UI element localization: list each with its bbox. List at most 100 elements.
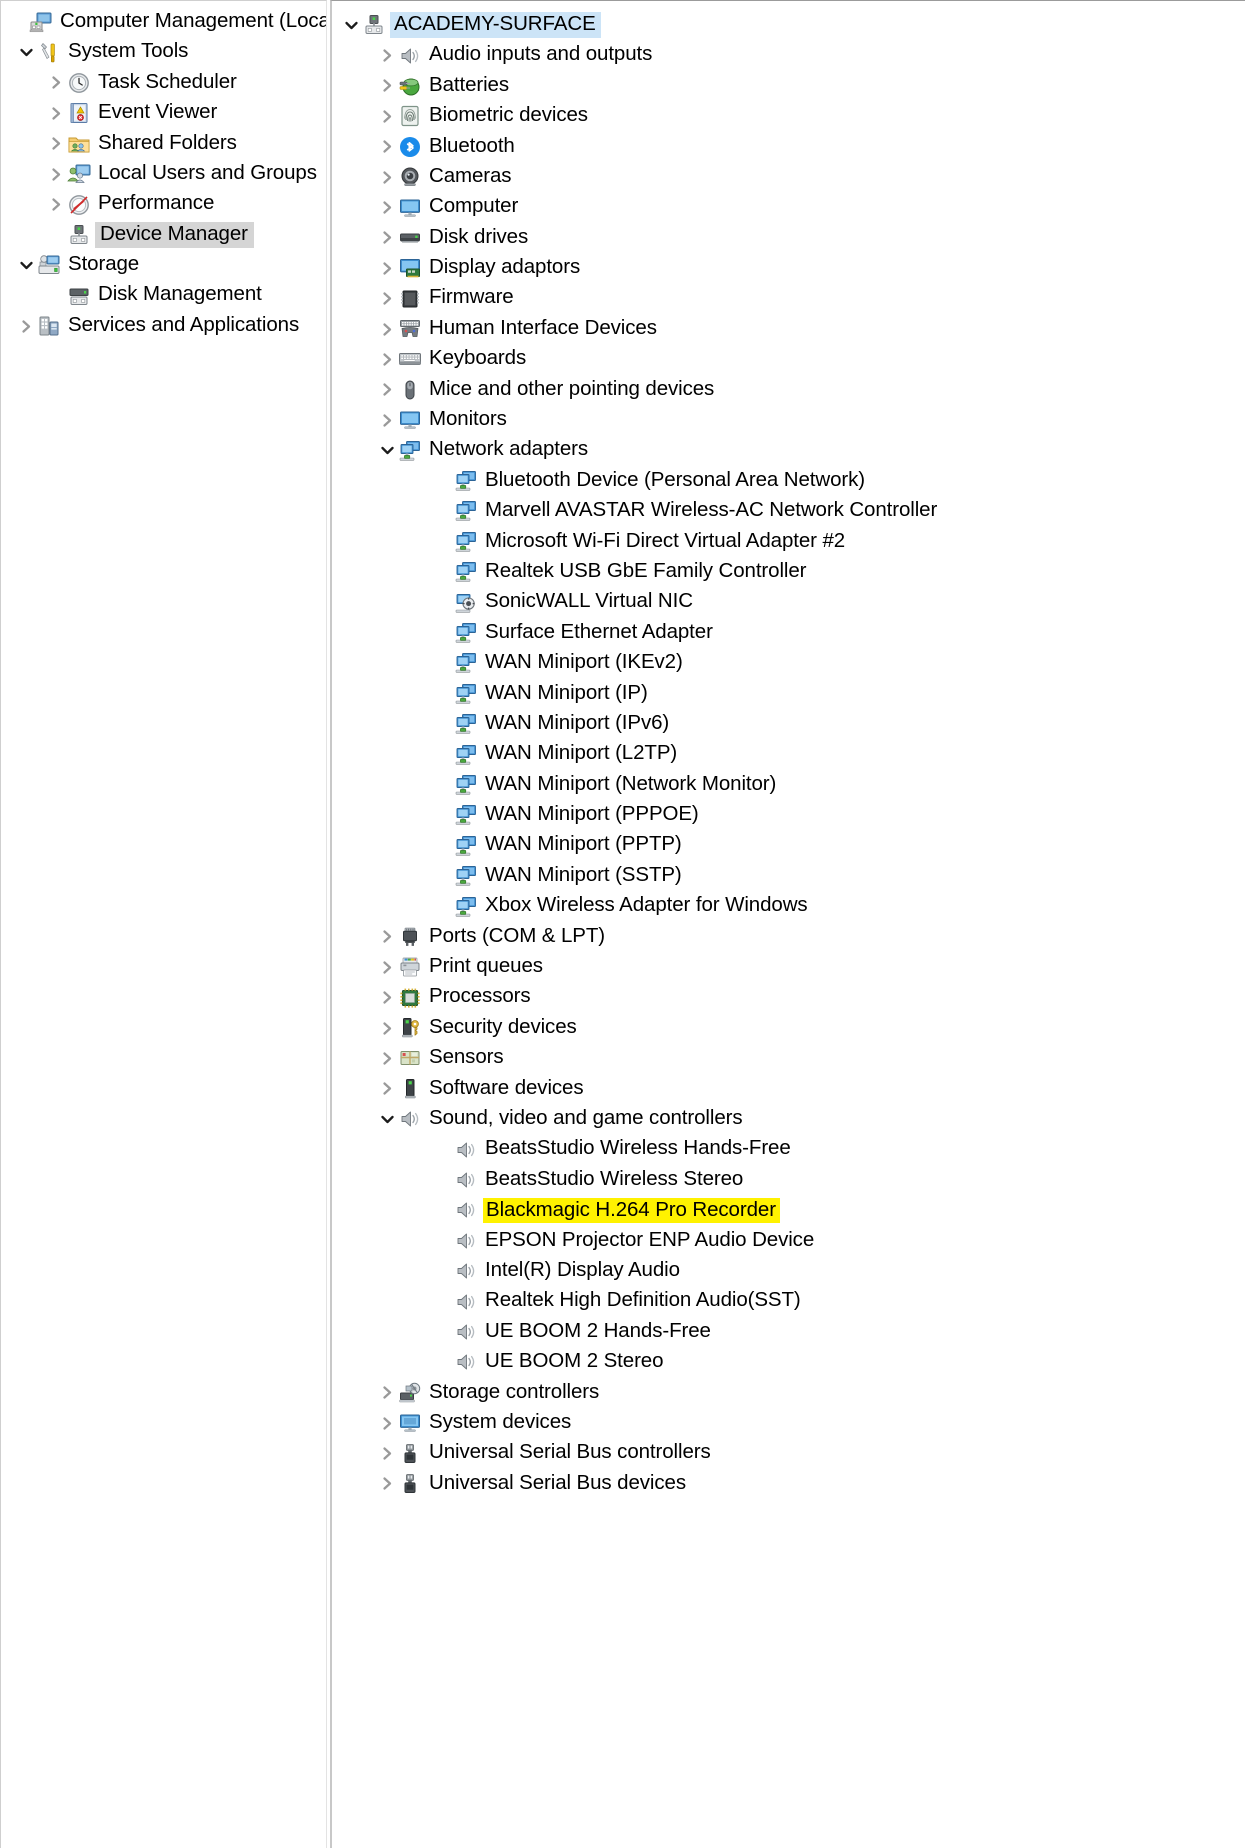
chevron-right-icon[interactable]: [376, 922, 398, 952]
device-category-row[interactable]: Biometric devices: [332, 101, 1245, 131]
chevron-right-icon[interactable]: [376, 284, 398, 314]
chevron-down-icon[interactable]: [340, 10, 362, 40]
device-tree-root[interactable]: ACADEMY-SURFACE: [332, 10, 1245, 40]
chevron-right-icon[interactable]: [45, 190, 67, 220]
device-category-row[interactable]: Audio inputs and outputs: [332, 40, 1245, 70]
device-item-row[interactable]: Surface Ethernet Adapter: [332, 618, 1245, 648]
device-item-row[interactable]: WAN Miniport (IKEv2): [332, 648, 1245, 678]
device-category-row[interactable]: Firmware: [332, 284, 1245, 314]
device-item-row[interactable]: Microsoft Wi-Fi Direct Virtual Adapter #…: [332, 527, 1245, 557]
chevron-right-icon[interactable]: [376, 41, 398, 71]
device-category-row[interactable]: Sound, video and game controllers: [332, 1104, 1245, 1134]
chevron-down-icon[interactable]: [376, 436, 398, 466]
device-item-row[interactable]: Marvell AVASTAR Wireless-AC Network Cont…: [332, 496, 1245, 526]
device-item-row[interactable]: WAN Miniport (L2TP): [332, 739, 1245, 769]
chevron-right-icon[interactable]: [376, 1013, 398, 1043]
chevron-right-icon[interactable]: [376, 71, 398, 101]
device-tree[interactable]: ACADEMY-SURFACE Audio inputs and outputs B…: [332, 10, 1245, 1499]
chevron-right-icon[interactable]: [45, 159, 67, 189]
chevron-right-icon[interactable]: [376, 1408, 398, 1438]
device-category-row[interactable]: Print queues: [332, 952, 1245, 982]
speaker-icon: [454, 1229, 478, 1253]
device-item-row[interactable]: Bluetooth Device (Personal Area Network): [332, 466, 1245, 496]
device-category-row[interactable]: Batteries: [332, 71, 1245, 101]
device-item-row[interactable]: WAN Miniport (SSTP): [332, 861, 1245, 891]
device-item-row[interactable]: Realtek USB GbE Family Controller: [332, 557, 1245, 587]
device-item-row[interactable]: Blackmagic H.264 Pro Recorder: [332, 1195, 1245, 1225]
device-item-row[interactable]: EPSON Projector ENP Audio Device: [332, 1226, 1245, 1256]
console-tree-root[interactable]: Computer Management (Local): [1, 7, 326, 37]
device-category-row[interactable]: Display adaptors: [332, 253, 1245, 283]
device-item-row[interactable]: Xbox Wireless Adapter for Windows: [332, 891, 1245, 921]
chevron-right-icon[interactable]: [45, 98, 67, 128]
device-item-row[interactable]: WAN Miniport (IP): [332, 679, 1245, 709]
device-category-row[interactable]: Processors: [332, 983, 1245, 1013]
device-category-row[interactable]: Monitors: [332, 405, 1245, 435]
chevron-right-icon[interactable]: [376, 253, 398, 283]
console-tree-item[interactable]: Shared Folders: [1, 129, 326, 159]
chevron-right-icon[interactable]: [376, 1043, 398, 1073]
device-item-row[interactable]: SonicWALL Virtual NIC: [332, 587, 1245, 617]
chevron-right-icon[interactable]: [376, 101, 398, 131]
device-item-row[interactable]: WAN Miniport (IPv6): [332, 709, 1245, 739]
console-tree-item[interactable]: Event Viewer: [1, 98, 326, 128]
chevron-right-icon[interactable]: [376, 1439, 398, 1469]
console-tree-item[interactable]: Storage: [1, 250, 326, 280]
console-tree[interactable]: Computer Management (Local) System Tools T…: [1, 7, 326, 341]
device-category-label: Universal Serial Bus controllers: [429, 1440, 711, 1464]
chevron-right-icon[interactable]: [376, 1378, 398, 1408]
chevron-right-icon[interactable]: [376, 405, 398, 435]
chevron-right-icon[interactable]: [376, 1469, 398, 1499]
device-item-row[interactable]: BeatsStudio Wireless Hands-Free: [332, 1134, 1245, 1164]
device-item-row[interactable]: WAN Miniport (PPPOE): [332, 800, 1245, 830]
chevron-right-icon[interactable]: [376, 952, 398, 982]
console-tree-item[interactable]: Performance: [1, 189, 326, 219]
chevron-right-icon[interactable]: [376, 162, 398, 192]
device-item-row[interactable]: UE BOOM 2 Hands-Free: [332, 1317, 1245, 1347]
console-tree-item[interactable]: Device Manager: [1, 220, 326, 250]
device-category-row[interactable]: System devices: [332, 1408, 1245, 1438]
chevron-right-icon[interactable]: [45, 68, 67, 98]
device-item-row[interactable]: WAN Miniport (PPTP): [332, 831, 1245, 861]
device-category-row[interactable]: Universal Serial Bus devices: [332, 1469, 1245, 1499]
device-item-row[interactable]: UE BOOM 2 Stereo: [332, 1347, 1245, 1377]
device-category-row[interactable]: Mice and other pointing devices: [332, 375, 1245, 405]
chevron-right-icon[interactable]: [376, 375, 398, 405]
chevron-right-icon[interactable]: [376, 1074, 398, 1104]
chevron-right-icon[interactable]: [15, 311, 37, 341]
device-category-row[interactable]: Storage controllers: [332, 1378, 1245, 1408]
chevron-right-icon[interactable]: [376, 344, 398, 374]
console-tree-pane[interactable]: Computer Management (Local) System Tools T…: [0, 0, 327, 1848]
device-item-row[interactable]: WAN Miniport (Network Monitor): [332, 770, 1245, 800]
device-category-row[interactable]: Universal Serial Bus controllers: [332, 1438, 1245, 1468]
device-category-row[interactable]: Computer: [332, 192, 1245, 222]
chevron-down-icon[interactable]: [376, 1104, 398, 1134]
chevron-right-icon[interactable]: [376, 132, 398, 162]
console-tree-item[interactable]: Task Scheduler: [1, 68, 326, 98]
device-category-row[interactable]: Sensors: [332, 1043, 1245, 1073]
device-category-row[interactable]: Human Interface Devices: [332, 314, 1245, 344]
device-category-row[interactable]: Software devices: [332, 1074, 1245, 1104]
device-category-row[interactable]: Disk drives: [332, 223, 1245, 253]
chevron-right-icon[interactable]: [45, 129, 67, 159]
chevron-right-icon[interactable]: [376, 193, 398, 223]
chevron-right-icon[interactable]: [376, 983, 398, 1013]
console-tree-item[interactable]: Services and Applications: [1, 311, 326, 341]
device-category-row[interactable]: Ports (COM & LPT): [332, 922, 1245, 952]
console-tree-item[interactable]: Disk Management: [1, 281, 326, 311]
device-category-row[interactable]: Cameras: [332, 162, 1245, 192]
console-tree-item[interactable]: System Tools: [1, 37, 326, 67]
device-item-row[interactable]: Realtek High Definition Audio(SST): [332, 1286, 1245, 1316]
device-category-row[interactable]: Keyboards: [332, 344, 1245, 374]
console-tree-item[interactable]: Local Users and Groups: [1, 159, 326, 189]
device-category-row[interactable]: Network adapters: [332, 435, 1245, 465]
device-category-row[interactable]: Security devices: [332, 1013, 1245, 1043]
chevron-down-icon[interactable]: [15, 250, 37, 280]
device-manager-pane[interactable]: ACADEMY-SURFACE Audio inputs and outputs B…: [330, 0, 1245, 1848]
device-item-row[interactable]: Intel(R) Display Audio: [332, 1256, 1245, 1286]
chevron-right-icon[interactable]: [376, 314, 398, 344]
device-category-row[interactable]: Bluetooth: [332, 132, 1245, 162]
device-item-row[interactable]: BeatsStudio Wireless Stereo: [332, 1165, 1245, 1195]
chevron-right-icon[interactable]: [376, 223, 398, 253]
chevron-down-icon[interactable]: [15, 38, 37, 68]
